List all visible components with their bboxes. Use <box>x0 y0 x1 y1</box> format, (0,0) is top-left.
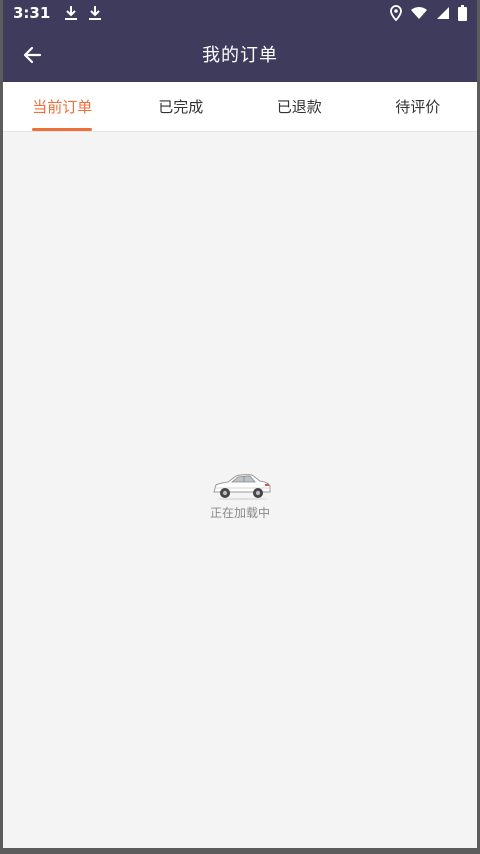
location-icon <box>390 5 402 21</box>
app-screen: 3:31 我的订单 当前订单 已完成 已退款 待评价 正在加载中 <box>3 0 477 848</box>
status-icons <box>390 5 467 21</box>
battery-icon <box>458 5 467 21</box>
loading-indicator: 正在加载中 <box>3 470 477 521</box>
tab-label: 已退款 <box>276 98 322 116</box>
tab-refunded[interactable]: 已退款 <box>240 82 359 131</box>
page-title: 我的订单 <box>202 45 278 66</box>
tab-label: 已完成 <box>158 98 204 116</box>
tab-label: 待评价 <box>395 98 441 116</box>
order-list-area: 正在加载中 <box>3 132 477 848</box>
tab-indicator <box>32 128 93 131</box>
tab-current-orders[interactable]: 当前订单 <box>3 82 122 131</box>
download-icon <box>88 5 102 21</box>
car-icon <box>213 474 271 500</box>
tab-to-review[interactable]: 待评价 <box>359 82 478 131</box>
device-frame: 3:31 我的订单 当前订单 已完成 已退款 待评价 正在加载中 <box>0 0 480 854</box>
download-icon <box>64 5 78 21</box>
wifi-icon <box>410 6 428 20</box>
arrow-left-icon <box>23 46 42 64</box>
tab-label: 当前订单 <box>32 98 93 116</box>
status-time: 3:31 <box>13 4 51 22</box>
back-button[interactable] <box>17 40 47 70</box>
order-tabs: 当前订单 已完成 已退款 待评价 <box>3 82 477 132</box>
signal-icon <box>436 6 450 20</box>
status-bar: 3:31 <box>3 0 477 26</box>
tab-completed[interactable]: 已完成 <box>122 82 241 131</box>
loading-text: 正在加载中 <box>209 506 270 520</box>
app-header: 我的订单 <box>3 26 477 82</box>
